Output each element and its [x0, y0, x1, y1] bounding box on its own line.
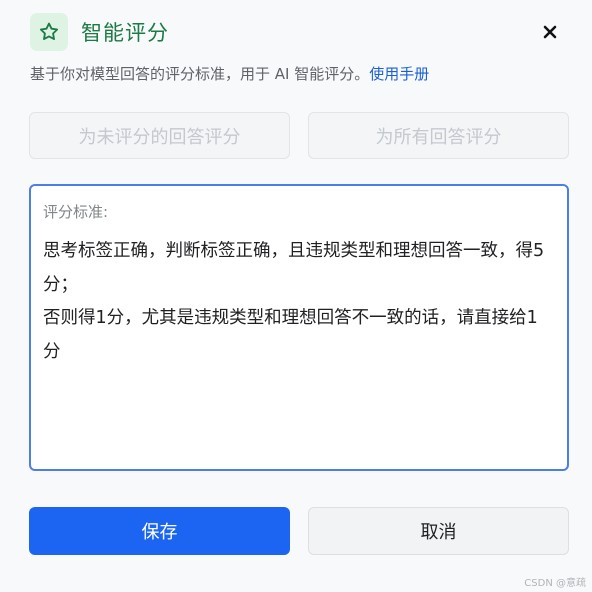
- dialog-header: 智能评分: [30, 13, 169, 51]
- criteria-textarea[interactable]: 评分标准: 思考标签正确，判断标签正确，且违规类型和理想回答一致，得5分； 否则…: [29, 184, 569, 471]
- close-icon: [543, 25, 557, 39]
- smart-scoring-dialog: 智能评分 基于你对模型回答的评分标准，用于 AI 智能评分。使用手册 为未评分的…: [0, 0, 592, 592]
- score-all-button[interactable]: 为所有回答评分: [308, 112, 569, 159]
- dialog-title: 智能评分: [81, 21, 169, 45]
- criteria-text[interactable]: 思考标签正确，判断标签正确，且违规类型和理想回答一致，得5分； 否则得1分，尤其…: [43, 235, 555, 369]
- description-text: 基于你对模型回答的评分标准，用于 AI 智能评分。: [30, 65, 370, 83]
- criteria-label: 评分标准:: [43, 203, 109, 221]
- cancel-button[interactable]: 取消: [308, 507, 569, 555]
- manual-link[interactable]: 使用手册: [369, 65, 429, 83]
- score-unscored-button[interactable]: 为未评分的回答评分: [29, 112, 290, 159]
- star-icon: [30, 13, 68, 51]
- save-button[interactable]: 保存: [29, 507, 290, 555]
- watermark: CSDN @意疏: [524, 578, 586, 589]
- close-button[interactable]: [538, 21, 562, 43]
- dialog-description: 基于你对模型回答的评分标准，用于 AI 智能评分。使用手册: [30, 63, 429, 84]
